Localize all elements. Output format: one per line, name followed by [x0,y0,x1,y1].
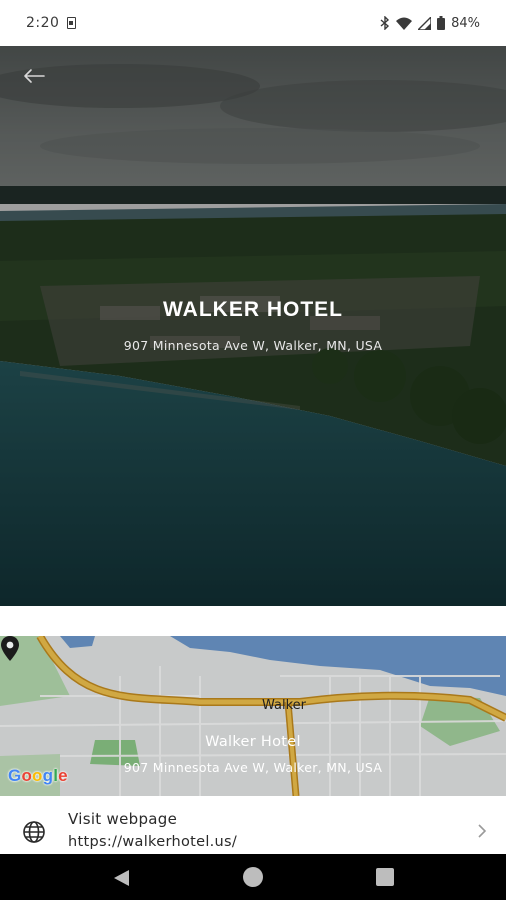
app-screen: 2:20 84% WALKER HOTEL 907 Minnesota Ave … [0,0,506,900]
sim-card-icon [67,17,77,29]
nav-home-icon[interactable] [243,867,263,887]
chevron-right-icon [478,824,487,838]
visit-webpage-row[interactable]: Visit webpage https://walkerhotel.us/ [0,796,506,854]
system-nav-bar [0,854,506,900]
battery-percent: 84% [451,15,480,31]
hotel-title: WALKER HOTEL [163,298,343,321]
location-map[interactable]: Walker Walker Hotel 907 Minnesota Ave W,… [0,636,506,796]
google-logo: Google [8,766,68,785]
webpage-url[interactable]: https://walkerhotel.us/ [68,834,237,850]
wifi-icon [396,17,413,30]
status-right: 84% [380,16,480,31]
status-left: 2:20 [26,15,77,31]
section-gap [0,606,506,636]
map-place-label: Walker [262,698,307,713]
battery-icon [437,16,446,30]
back-button[interactable] [18,62,50,90]
bluetooth-icon [380,16,390,30]
webpage-texts: Visit webpage https://walkerhotel.us/ [68,810,237,850]
nav-recents-icon[interactable] [376,868,394,886]
arrow-left-icon [24,69,45,83]
status-bar: 2:20 84% [0,0,506,46]
map-hotel-title: Walker Hotel [205,734,301,750]
hero-dim-overlay [0,46,506,606]
map-hotel-address: 907 Minnesota Ave W, Walker, MN, USA [123,760,383,775]
hotel-address: 907 Minnesota Ave W, Walker, MN, USA [123,338,383,353]
map-pin-icon [1,636,19,661]
status-time: 2:20 [26,15,60,31]
visit-webpage-label: Visit webpage [68,810,178,828]
hero-banner: WALKER HOTEL 907 Minnesota Ave W, Walker… [0,46,506,606]
signal-icon [418,16,432,30]
globe-icon [23,821,45,843]
nav-back-icon[interactable] [111,868,131,888]
